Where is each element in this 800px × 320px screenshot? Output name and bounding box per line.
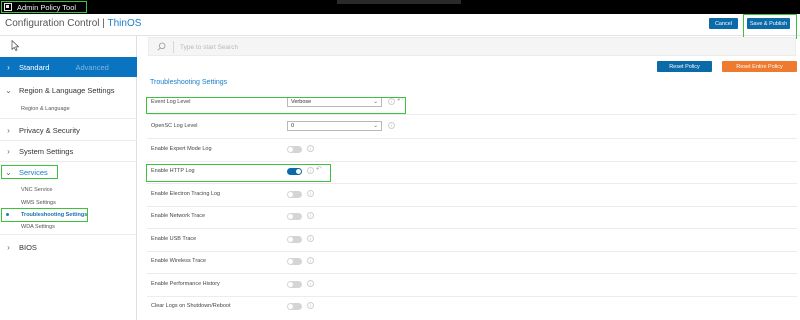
sidebar-item-privacy-security[interactable]: › Privacy & Security [0, 120, 137, 140]
sidebar-mode-tabs: › Standard Advanced [0, 57, 137, 77]
sidebar-subitem-wda-settings[interactable]: WDA Settings [21, 224, 55, 230]
chevron-down-icon: ⌄ [373, 123, 378, 129]
setting-row-usb-trace: Enable USB Trace i [147, 230, 797, 252]
search-icon[interactable] [157, 42, 166, 51]
info-icon[interactable]: i [307, 302, 314, 309]
highlight-troubleshooting [1, 208, 88, 222]
reset-policy-button[interactable]: Reset Policy [657, 61, 712, 72]
info-icon[interactable]: i [307, 145, 314, 152]
highlight-save-publish [743, 14, 797, 39]
product-name: ThinOS [107, 18, 142, 29]
performance-history-toggle[interactable] [287, 281, 302, 288]
chevron-right-icon: › [7, 242, 10, 252]
app-title-label: Admin Policy Tool [17, 2, 77, 12]
chevron-right-icon: › [7, 125, 10, 135]
sidebar-item-label: System Settings [19, 146, 74, 156]
setting-label: OpenSC Log Level [151, 123, 198, 129]
setting-row-network-trace: Enable Network Trace i [147, 207, 797, 229]
sidebar-subitem-wms-settings[interactable]: WMS Settings [21, 200, 56, 206]
setting-label: Enable Performance History [151, 281, 220, 287]
page-header: Configuration Control | ThinOS [0, 14, 800, 36]
setting-label: Enable Expert Mode Log [151, 146, 212, 152]
wireless-trace-toggle[interactable] [287, 258, 302, 265]
setting-row-wireless-trace: Enable Wireless Trace i [147, 252, 797, 274]
info-icon[interactable]: i [307, 257, 314, 264]
setting-row-opensc-log-level: OpenSC Log Level 0 ⌄ i [147, 117, 797, 139]
setting-label: Enable USB Trace [151, 236, 197, 242]
title-bar: Admin Policy Tool [0, 0, 800, 14]
setting-row-performance-history: Enable Performance History i [147, 275, 797, 297]
tab-standard[interactable]: Standard [19, 63, 49, 72]
network-trace-toggle[interactable] [287, 213, 302, 220]
highlight-http-log [146, 164, 331, 182]
usb-trace-toggle[interactable] [287, 236, 302, 243]
app-icon [4, 3, 12, 11]
info-icon[interactable]: i [307, 212, 314, 219]
sidebar-subitem-vnc-service[interactable]: VNC Service [21, 187, 52, 193]
sidebar-item-label: Privacy & Security [19, 125, 80, 135]
search-bar [148, 37, 796, 56]
chevron-down-icon: ⌄ [5, 85, 12, 95]
sidebar-item-label: BIOS [19, 242, 37, 252]
page-title: Configuration Control | ThinOS [5, 18, 141, 29]
dropdown-value: 0 [291, 123, 295, 129]
reset-entire-policy-button[interactable]: Reset Entire Policy [722, 61, 797, 72]
sidebar-item-system-settings[interactable]: › System Settings [0, 141, 137, 161]
chevron-right-icon: › [7, 146, 10, 156]
search-divider [173, 41, 174, 53]
setting-row-expert-mode-log: Enable Expert Mode Log i [147, 140, 797, 162]
search-input[interactable] [180, 42, 480, 52]
electron-tracing-log-toggle[interactable] [287, 191, 302, 198]
chevron-right-icon: › [7, 62, 10, 72]
setting-label: Enable Wireless Trace [151, 258, 207, 264]
highlight-services [1, 165, 58, 179]
setting-label: Enable Network Trace [151, 213, 206, 219]
cancel-button[interactable]: Cancel [709, 18, 738, 29]
expert-mode-log-toggle[interactable] [287, 146, 302, 153]
clear-logs-toggle[interactable] [287, 303, 302, 310]
mouse-cursor-icon [11, 40, 19, 51]
setting-row-electron-tracing-log: Enable Electron Tracing Log i [147, 185, 797, 207]
highlight-event-log-level [146, 97, 406, 114]
setting-row-clear-logs: Clear Logs on Shutdown/Reboot i [147, 297, 797, 319]
sidebar-subitem-region-language[interactable]: Region & Language [21, 106, 70, 112]
titlebar-drag-region [337, 0, 461, 4]
sidebar-divider [0, 234, 137, 235]
setting-label: Enable Electron Tracing Log [151, 191, 221, 197]
info-icon[interactable]: i [307, 280, 314, 287]
app-title-tab: Admin Policy Tool [1, 1, 87, 13]
info-icon[interactable]: i [388, 122, 395, 129]
tab-advanced[interactable]: Advanced [75, 63, 108, 72]
page-title-text: Configuration Control [5, 18, 100, 29]
sidebar-item-label: Region & Language Settings [19, 85, 115, 95]
sidebar-item-bios[interactable]: › BIOS [0, 237, 137, 257]
sidebar-divider [0, 118, 137, 119]
info-icon[interactable]: i [307, 190, 314, 197]
opensc-log-level-dropdown[interactable]: 0 ⌄ [287, 121, 382, 131]
section-title: Troubleshooting Settings [150, 79, 228, 86]
sidebar-item-region-language[interactable]: ⌄ Region & Language Settings [0, 80, 137, 100]
setting-label: Clear Logs on Shutdown/Reboot [151, 303, 231, 309]
info-icon[interactable]: i [307, 235, 314, 242]
page-title-separator: | [102, 18, 105, 29]
